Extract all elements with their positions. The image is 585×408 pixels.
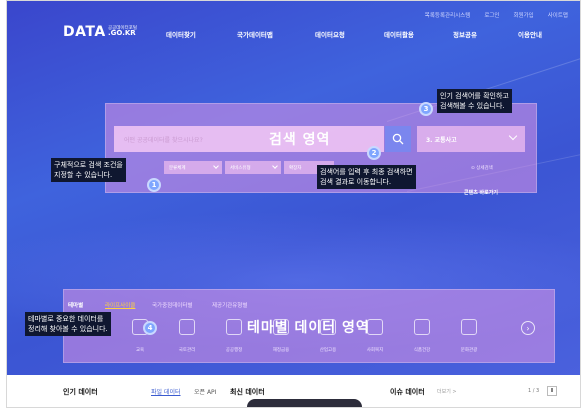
tab-file-data[interactable]: 파일 데이터 bbox=[151, 387, 181, 396]
theme-item-land[interactable]: 국토관리 bbox=[167, 319, 207, 353]
popular-data-title: 인기 데이터 bbox=[63, 388, 98, 396]
annotation-1-line-1: 구체적으로 검색 조건을 bbox=[54, 161, 123, 169]
annotation-1: 구체적으로 검색 조건을 지정할 수 있습니다. bbox=[51, 158, 126, 182]
theme-item-industry[interactable]: 산업고용 bbox=[308, 319, 348, 353]
filter-category-label: 분류체계 bbox=[169, 165, 186, 171]
theme-item-label: 식품건강 bbox=[413, 348, 431, 353]
theme-item-public-admin[interactable]: 공공행정 bbox=[214, 319, 254, 353]
hero-area: 목록등록관리시스템 로그인 회원가입 사이트맵 DATA 공공데이터포털 .GO… bbox=[7, 1, 580, 375]
util-link-login[interactable]: 로그인 bbox=[484, 11, 499, 19]
nav-data-use[interactable]: 데이터활용 bbox=[384, 29, 414, 39]
annotation-2-line-1: 검색어를 입력 후 최종 검색하면 bbox=[320, 168, 413, 176]
theme-item-label: 교육 bbox=[135, 348, 145, 353]
finance-icon bbox=[273, 319, 289, 335]
nav-find-data[interactable]: 데이터찾기 bbox=[166, 29, 196, 39]
theme-item-welfare[interactable]: 사회복지 bbox=[355, 319, 395, 353]
welfare-icon bbox=[367, 319, 383, 335]
util-link-sitemap[interactable]: 사이트맵 bbox=[548, 11, 568, 19]
tab-open-api[interactable]: 오픈 API bbox=[194, 387, 216, 396]
detail-search-label: 상세검색 bbox=[476, 166, 493, 171]
annotation-4: 테마별로 중요한 데이터를 정리해 찾아볼 수 있습니다. bbox=[25, 312, 111, 336]
util-link-registry[interactable]: 목록등록관리시스템 bbox=[425, 11, 471, 19]
page-frame: 목록등록관리시스템 로그인 회원가입 사이트맵 DATA 공공데이터포털 .GO… bbox=[6, 0, 581, 408]
filter-extension-label: 확장자 bbox=[289, 165, 302, 171]
theme-item-finance[interactable]: 재정금융 bbox=[261, 319, 301, 353]
filter-service-type-label: 서비스유형 bbox=[230, 165, 251, 171]
search-icon bbox=[392, 133, 404, 145]
nav-data-map[interactable]: 국가데이터맵 bbox=[237, 29, 273, 39]
theme-item-label: 재정금융 bbox=[272, 348, 290, 353]
chevron-down-icon bbox=[213, 163, 219, 169]
theme-item-label: 국토관리 bbox=[178, 348, 196, 353]
site-logo-sub: 공공데이터포털 .GO.KR bbox=[108, 26, 138, 37]
latest-data-title: 최신 데이터 bbox=[230, 388, 265, 396]
tab-provider-type[interactable]: 제공기관유형별 bbox=[212, 301, 247, 309]
nav-guide[interactable]: 이용안내 bbox=[518, 29, 542, 39]
tab-theme[interactable]: 테마별 bbox=[68, 301, 83, 309]
filter-service-type[interactable]: 서비스유형 bbox=[225, 161, 281, 174]
detail-search-link[interactable]: ⊙ 상세검색 bbox=[471, 165, 493, 171]
chevron-down-icon bbox=[272, 163, 278, 169]
utility-links: 목록등록관리시스템 로그인 회원가입 사이트맵 bbox=[425, 11, 568, 19]
issue-pager: 1 / 3 bbox=[528, 388, 540, 394]
scroll-notch bbox=[247, 399, 362, 407]
theme-item-label: 산업고용 bbox=[319, 348, 337, 353]
content-jump-link[interactable]: 콘텐츠 바로가기 bbox=[464, 189, 498, 196]
annotation-2-line-2: 검색 결과로 이동합니다. bbox=[320, 178, 392, 186]
annotation-4-line-2: 정리해 찾아볼 수 있습니다. bbox=[28, 325, 108, 333]
food-health-icon bbox=[414, 319, 430, 335]
annotation-badge-1: 1 bbox=[147, 178, 161, 192]
popular-keyword-value: 3. 교통사고 bbox=[426, 137, 457, 144]
annotation-badge-2: 2 bbox=[367, 146, 381, 160]
annotation-badge-4: 4 bbox=[143, 321, 157, 335]
annotation-2: 검색어를 입력 후 최종 검색하면 검색 결과로 이동합니다. bbox=[317, 165, 416, 189]
tab-lifecycle[interactable]: 라이프사이클 bbox=[105, 301, 135, 309]
annotation-badge-3: 3 bbox=[419, 102, 433, 116]
theme-next-button[interactable]: › bbox=[521, 321, 535, 335]
annotation-1-line-2: 지정할 수 있습니다. bbox=[54, 171, 113, 179]
land-icon bbox=[179, 319, 195, 335]
issue-more-link[interactable]: 더보기 > bbox=[437, 388, 457, 395]
theme-item-culture[interactable]: 문화관광 bbox=[449, 319, 489, 353]
theme-item-label: 문화관광 bbox=[460, 348, 478, 353]
filter-category[interactable]: 분류체계 bbox=[164, 161, 222, 174]
search-zone-label: 검색 영역 bbox=[269, 132, 331, 148]
industry-icon bbox=[320, 319, 336, 335]
search-placeholder: 어떤 공공데이터를 찾으시나요? bbox=[124, 137, 203, 144]
public-admin-icon bbox=[226, 319, 242, 335]
theme-item-food-health[interactable]: 식품건강 bbox=[402, 319, 442, 353]
culture-icon bbox=[461, 319, 477, 335]
annotation-3-line-1: 인기 검색어를 확인하고 bbox=[440, 92, 509, 100]
annotation-3: 인기 검색어를 확인하고 검색해볼 수 있습니다. bbox=[437, 89, 512, 113]
theme-item-label: 공공행정 bbox=[225, 348, 243, 353]
nav-data-request[interactable]: 데이터요청 bbox=[315, 29, 345, 39]
nav-info-share[interactable]: 정보공유 bbox=[453, 29, 477, 39]
pause-button[interactable]: Ⅱ bbox=[547, 386, 557, 396]
util-link-signup[interactable]: 회원가입 bbox=[514, 11, 534, 19]
theme-item-label: 사회복지 bbox=[366, 348, 384, 353]
tab-national-key-data[interactable]: 국가중점데이터별 bbox=[152, 301, 192, 309]
issue-data-title: 이슈 데이터 bbox=[390, 388, 425, 396]
annotation-3-line-2: 검색해볼 수 있습니다. bbox=[440, 102, 505, 110]
annotation-4-line-1: 테마별로 중요한 데이터를 bbox=[28, 315, 104, 323]
site-logo[interactable]: DATA bbox=[63, 24, 106, 40]
logo-domain: .GO.KR bbox=[108, 29, 136, 37]
search-button[interactable] bbox=[385, 126, 411, 152]
